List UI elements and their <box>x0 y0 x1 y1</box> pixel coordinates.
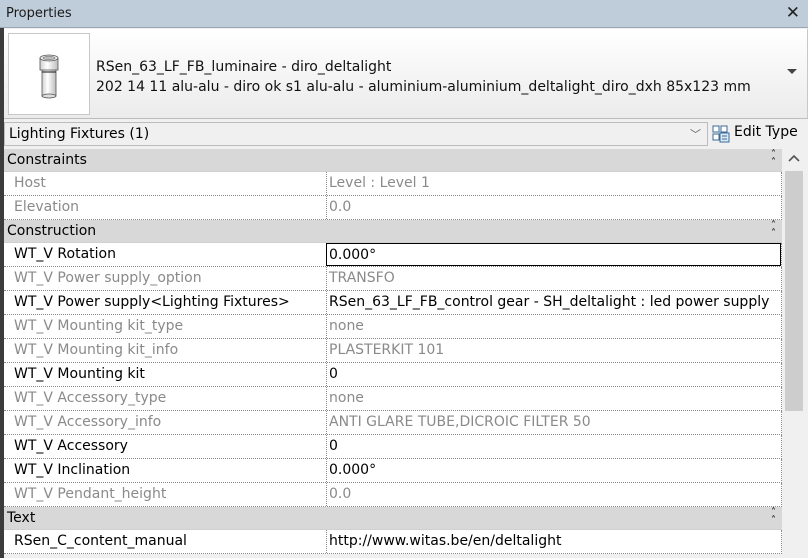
chevron-up-icon[interactable] <box>787 153 801 163</box>
property-row-mounting-kit-info: WT_V Mounting kit_info PLASTERKIT 101 <box>4 339 782 363</box>
property-name: WT_V Power supply<Lighting Fixtures> <box>14 294 290 310</box>
property-row-mounting-kit[interactable]: WT_V Mounting kit 0 <box>4 363 782 387</box>
property-value[interactable]: http://www.witas.be/en/deltalight <box>326 530 781 553</box>
property-row-mounting-kit-type: WT_V Mounting kit_type none <box>4 315 782 339</box>
property-value: Level : Level 1 <box>326 172 781 195</box>
group-label: Text <box>7 510 36 526</box>
property-name: Host <box>14 175 46 191</box>
filter-row: Lighting Fixtures (1) ﹀ Edit Type <box>4 121 808 148</box>
property-name: WT_V Accessory_info <box>14 414 162 430</box>
property-value-text[interactable]: RSen_63_LF_FB_control gear - SH_deltalig… <box>329 294 769 310</box>
type-selector[interactable]: RSen_63_LF_FB_luminaire - diro_deltaligh… <box>4 29 808 119</box>
property-row-power-supply-option: WT_V Power supply_option TRANSFO <box>4 267 782 291</box>
group-label: Construction <box>7 223 97 239</box>
close-icon[interactable]: ✕ <box>786 3 800 23</box>
property-value-text: Level : Level 1 <box>329 175 430 191</box>
property-value[interactable]: 0.000° <box>326 459 781 482</box>
property-value-text: none <box>329 390 364 406</box>
property-row-accessory-type: WT_V Accessory_type none <box>4 387 782 411</box>
property-name: WT_V Power supply_option <box>14 270 202 286</box>
property-row-elevation: Elevation 0.0 <box>4 196 782 220</box>
property-value-text[interactable]: http://www.witas.be/en/deltalight <box>329 533 561 549</box>
property-value-text: none <box>329 318 364 334</box>
scrollbar-thumb[interactable] <box>785 171 803 411</box>
double-chevron-up-icon[interactable]: ˄ ˄ <box>771 150 776 168</box>
property-value-text: ANTI GLARE TUBE,DICROIC FILTER 50 <box>329 414 591 430</box>
property-value: PLASTERKIT 101 <box>326 339 781 362</box>
property-row-pendant-height: WT_V Pendant_height 0.0 <box>4 483 782 507</box>
property-row-rotation[interactable]: WT_V Rotation 0.000° <box>4 243 782 267</box>
property-value: 0.0 <box>326 196 781 219</box>
property-name: WT_V Mounting kit_info <box>14 342 179 358</box>
property-name: WT_V Rotation <box>14 246 116 262</box>
property-name: WT_V Mounting kit <box>14 366 145 382</box>
property-value-text[interactable]: 0.000° <box>329 247 376 263</box>
property-row-power-supply[interactable]: WT_V Power supply<Lighting Fixtures> RSe… <box>4 291 782 315</box>
chevron-down-icon[interactable]: ﹀ <box>690 126 701 142</box>
property-value[interactable]: RSen_63_LF_FB_control gear - SH_deltalig… <box>326 291 781 314</box>
property-row-accessory[interactable]: WT_V Accessory 0 <box>4 435 782 459</box>
properties-titlebar: Properties ✕ <box>0 0 808 28</box>
category-filter-value: Lighting Fixtures (1) <box>9 126 150 142</box>
type-name: 202 14 11 alu-alu - diro ok s1 alu-alu -… <box>96 79 751 95</box>
properties-grid: Constraints ˄ ˄ Host Level : Level 1 Elev… <box>4 149 782 554</box>
property-value: 0.0 <box>326 483 781 506</box>
property-value: TRANSFO <box>326 267 781 290</box>
group-header-construction[interactable]: Construction ˄ ˄ <box>4 220 782 243</box>
window-title: Properties <box>6 6 72 21</box>
property-name: WT_V Pendant_height <box>14 486 167 502</box>
category-filter-dropdown[interactable]: Lighting Fixtures (1) ﹀ <box>4 122 708 146</box>
property-value-text: 0.0 <box>329 199 352 215</box>
triangle-down-icon[interactable] <box>787 69 797 74</box>
type-preview-thumbnail <box>8 33 90 115</box>
rotation-input[interactable]: 0.000° <box>326 243 781 266</box>
double-chevron-up-icon[interactable]: ˄ ˄ <box>771 221 776 239</box>
property-value-text[interactable]: 0 <box>329 366 338 382</box>
property-value: ANTI GLARE TUBE,DICROIC FILTER 50 <box>326 411 781 434</box>
property-value-text: TRANSFO <box>329 270 395 286</box>
group-header-constraints[interactable]: Constraints ˄ ˄ <box>4 149 782 172</box>
property-row-content-manual[interactable]: RSen_C_content_manual http://www.witas.b… <box>4 530 782 554</box>
edit-type-label: Edit Type <box>734 124 798 140</box>
group-label: Constraints <box>7 152 87 168</box>
property-name: Elevation <box>14 199 80 215</box>
property-value[interactable]: 0 <box>326 435 781 458</box>
property-value-text: PLASTERKIT 101 <box>329 342 445 358</box>
group-header-text[interactable]: Text ˄ ˄ <box>4 507 782 530</box>
property-value-text[interactable]: 0.000° <box>329 462 376 478</box>
property-row-accessory-info: WT_V Accessory_info ANTI GLARE TUBE,DICR… <box>4 411 782 435</box>
property-name: WT_V Accessory_type <box>14 390 167 406</box>
property-value[interactable]: 0 <box>326 363 781 386</box>
property-value-text: 0.0 <box>329 486 352 502</box>
cylinder-luminaire-icon <box>39 54 59 99</box>
property-row-inclination[interactable]: WT_V Inclination 0.000° <box>4 459 782 483</box>
family-name: RSen_63_LF_FB_luminaire - diro_deltaligh… <box>96 59 392 75</box>
property-name: RSen_C_content_manual <box>14 533 187 549</box>
edit-type-icon <box>712 125 730 143</box>
vertical-scrollbar[interactable] <box>783 149 805 558</box>
property-value: none <box>326 387 781 410</box>
property-value: none <box>326 315 781 338</box>
property-name: WT_V Accessory <box>14 438 128 454</box>
property-value-text[interactable]: 0 <box>329 438 338 454</box>
property-name: WT_V Inclination <box>14 462 131 478</box>
property-name: WT_V Mounting kit_type <box>14 318 184 334</box>
property-row-host: Host Level : Level 1 <box>4 172 782 196</box>
double-chevron-up-icon[interactable]: ˄ ˄ <box>771 508 776 526</box>
